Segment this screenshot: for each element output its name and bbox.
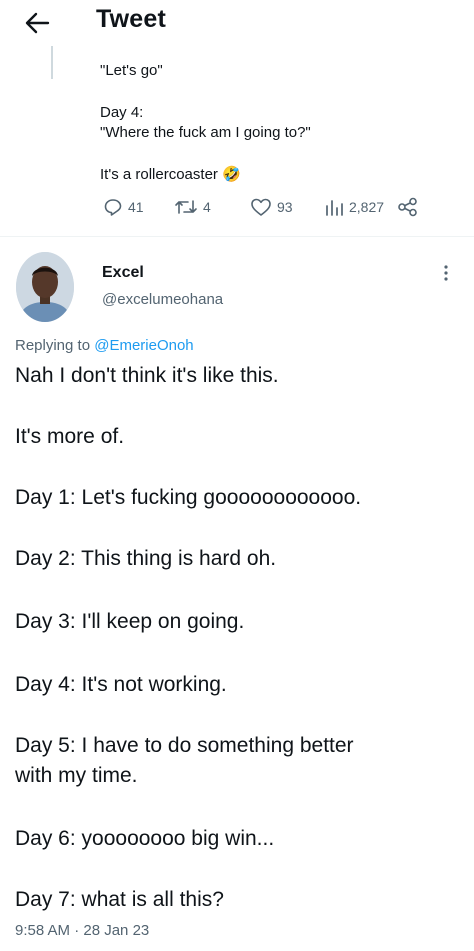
- tweet-text-line: Day 2: This thing is hard oh.: [15, 547, 277, 570]
- tweet-actions: 41 4 93 2,827: [0, 197, 474, 223]
- thread-connector: [51, 46, 53, 79]
- tweet-timestamp[interactable]: 9:58 AM · 28 Jan 23: [15, 922, 149, 939]
- tweet-text-line: with my time.: [15, 764, 138, 787]
- retweet-icon: [175, 200, 197, 214]
- avatar[interactable]: [16, 252, 74, 322]
- divider: [0, 236, 474, 237]
- tweet-text-line: Nah I don't think it's like this.: [15, 364, 279, 387]
- like-button[interactable]: 93: [250, 197, 293, 217]
- views-button[interactable]: 2,827: [324, 197, 384, 217]
- reply-count: 41: [128, 199, 144, 215]
- tweet-text-line: Day 7: what is all this?: [15, 888, 224, 911]
- back-arrow-icon[interactable]: [22, 8, 52, 38]
- quoted-line: "Let's go": [100, 62, 163, 79]
- quoted-line: "Where the fuck am I going to?": [100, 124, 311, 141]
- replying-to: Replying to @EmerieOnoh: [15, 337, 194, 354]
- profile-photo-icon: [16, 252, 74, 322]
- replying-to-link[interactable]: @EmerieOnoh: [94, 337, 193, 354]
- like-icon: [251, 198, 271, 216]
- author-handle[interactable]: @excelumeohana: [102, 291, 223, 308]
- tweet-text-line: Day 5: I have to do something better: [15, 734, 354, 757]
- retweet-button[interactable]: 4: [174, 197, 211, 217]
- tweet-text-line: Day 4: It's not working.: [15, 673, 227, 696]
- replying-prefix: Replying to: [15, 337, 91, 354]
- views-icon: [326, 200, 343, 216]
- top-bar: Tweet: [0, 0, 474, 46]
- tweet-text-line: Day 6: yoooooooo big win...: [15, 827, 275, 850]
- author-name[interactable]: Excel: [102, 264, 144, 282]
- reply-icon: [104, 199, 122, 216]
- tweet-text-line: Day 3: I'll keep on going.: [15, 610, 245, 633]
- retweet-count: 4: [203, 199, 211, 215]
- quoted-line: Day 4:: [100, 104, 144, 121]
- tweet-text-line: Day 1: Let's fucking goooooooooooo.: [15, 486, 362, 509]
- views-count: 2,827: [349, 199, 385, 215]
- page-title: Tweet: [96, 5, 166, 33]
- share-icon: [398, 197, 417, 217]
- tweet-text-line: It's more of.: [15, 425, 125, 448]
- share-button[interactable]: [397, 197, 419, 217]
- more-icon[interactable]: [442, 263, 450, 283]
- quoted-line: It's a rollercoaster 🤣: [100, 166, 241, 183]
- like-count: 93: [277, 199, 293, 215]
- reply-button[interactable]: 41: [103, 197, 144, 217]
